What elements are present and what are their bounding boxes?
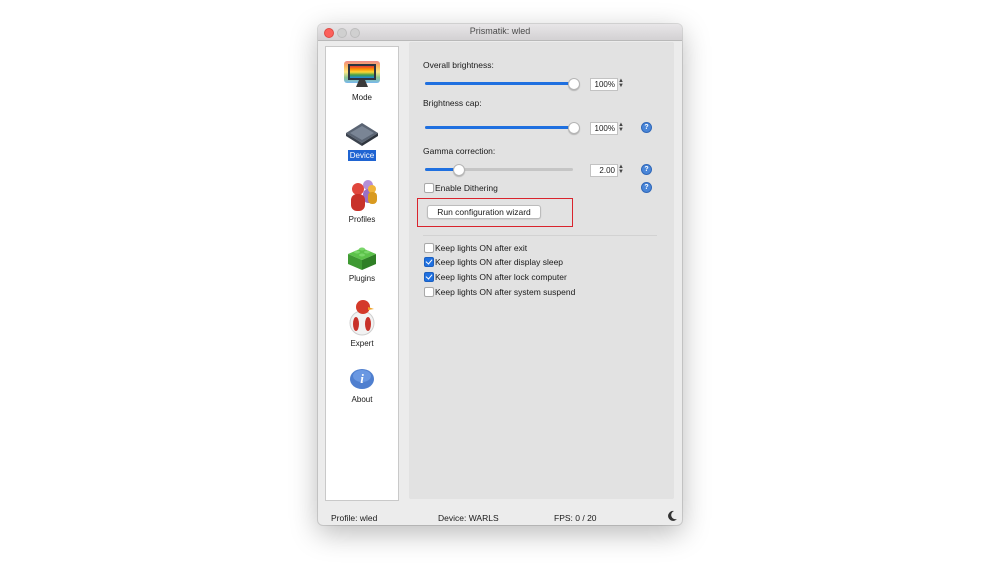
brightness-cap-slider[interactable] bbox=[425, 122, 580, 134]
sidebar-item-plugins[interactable]: Plugins bbox=[326, 240, 398, 284]
enable-dithering-checkbox[interactable] bbox=[424, 183, 434, 193]
brightness-cap-label: Brightness cap: bbox=[423, 98, 482, 108]
gamma-correction-slider[interactable] bbox=[425, 164, 573, 176]
run-configuration-wizard-button[interactable]: Run configuration wizard bbox=[427, 205, 541, 219]
status-device: Device: WARLS bbox=[438, 513, 499, 523]
penguin-icon bbox=[349, 300, 375, 336]
overall-brightness-spinbox[interactable]: 100% bbox=[590, 78, 618, 91]
sidebar-item-label: About bbox=[351, 395, 373, 404]
keep-lights-exit-checkbox[interactable] bbox=[424, 243, 434, 253]
sidebar-item-label: Profiles bbox=[348, 215, 376, 224]
enable-dithering-label: Enable Dithering bbox=[435, 183, 498, 193]
overall-brightness-stepper[interactable]: ▲ ▼ bbox=[618, 78, 624, 90]
keep-lights-exit-label: Keep lights ON after exit bbox=[435, 243, 528, 253]
lego-brick-icon bbox=[348, 247, 376, 270]
keep-lights-system-suspend-checkbox[interactable] bbox=[424, 287, 434, 297]
slider-handle[interactable] bbox=[452, 164, 465, 176]
sidebar-item-label: Device bbox=[347, 150, 377, 161]
status-fps: FPS: 0 / 20 bbox=[554, 513, 597, 523]
monitor-rainbow-icon bbox=[344, 61, 380, 87]
title-bar[interactable]: Prismatik: wled bbox=[318, 24, 682, 41]
keep-lights-lock-computer-checkbox[interactable] bbox=[424, 272, 434, 282]
moon-icon[interactable] bbox=[666, 510, 678, 522]
overall-brightness-label: Overall brightness: bbox=[423, 60, 494, 70]
slider-handle[interactable] bbox=[568, 122, 580, 134]
sidebar-item-mode[interactable]: Mode bbox=[326, 59, 398, 103]
device-settings-panel: Overall brightness: 100% ▲ ▼ Brightness c… bbox=[409, 42, 674, 499]
brightness-cap-spinbox[interactable]: 100% bbox=[590, 122, 618, 135]
svg-text:i: i bbox=[360, 371, 364, 386]
gamma-correction-spinbox[interactable]: 2.00 bbox=[590, 164, 618, 177]
sidebar-item-expert[interactable]: Expert bbox=[326, 297, 398, 349]
slider-fill bbox=[425, 82, 573, 85]
keep-lights-lock-computer-label: Keep lights ON after lock computer bbox=[435, 272, 567, 282]
gamma-correction-label: Gamma correction: bbox=[423, 146, 496, 156]
overall-brightness-slider[interactable] bbox=[425, 78, 580, 90]
app-window: Prismatik: wled Mode Device Profiles Plu… bbox=[318, 24, 682, 525]
status-profile: Profile: wled bbox=[331, 513, 378, 523]
brightness-cap-help-icon[interactable]: ? bbox=[641, 122, 652, 133]
slider-handle[interactable] bbox=[568, 78, 580, 90]
sidebar-item-profiles[interactable]: Profiles bbox=[326, 177, 398, 225]
info-icon: i bbox=[350, 369, 374, 389]
keep-lights-system-suspend-label: Keep lights ON after system suspend bbox=[435, 287, 576, 297]
sidebar: Mode Device Profiles Plugins Expert i Ab… bbox=[325, 46, 399, 501]
keep-lights-display-sleep-label: Keep lights ON after display sleep bbox=[435, 257, 564, 267]
sidebar-item-label: Plugins bbox=[348, 274, 376, 283]
chip-icon bbox=[346, 123, 378, 146]
dithering-help-icon[interactable]: ? bbox=[641, 182, 652, 193]
keep-lights-display-sleep-checkbox[interactable] bbox=[424, 257, 434, 267]
slider-fill bbox=[425, 126, 573, 129]
sidebar-item-label: Expert bbox=[350, 339, 374, 348]
gamma-correction-stepper[interactable]: ▲ ▼ bbox=[618, 164, 624, 176]
sidebar-item-device[interactable]: Device bbox=[326, 119, 398, 161]
gamma-correction-help-icon[interactable]: ? bbox=[641, 164, 652, 175]
brightness-cap-stepper[interactable]: ▲ ▼ bbox=[618, 122, 624, 134]
sidebar-item-label: Mode bbox=[351, 93, 372, 102]
users-icon bbox=[351, 180, 377, 211]
divider bbox=[423, 235, 657, 236]
window-title: Prismatik: wled bbox=[469, 26, 531, 36]
sidebar-item-about[interactable]: i About bbox=[326, 365, 398, 405]
